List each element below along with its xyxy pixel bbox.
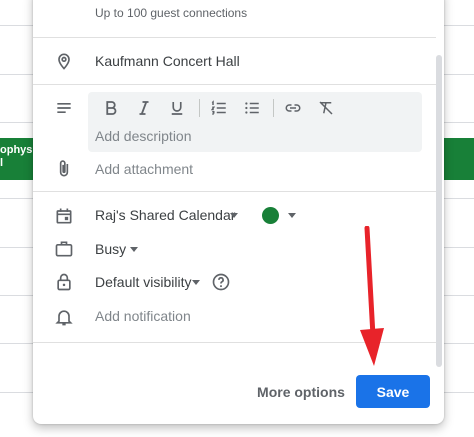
chevron-down-icon[interactable] xyxy=(288,213,296,218)
add-notification-link[interactable]: Add notification xyxy=(95,308,191,324)
visibility-select[interactable]: Default visibility xyxy=(95,274,191,290)
help-circle-icon[interactable] xyxy=(211,272,231,292)
chevron-down-icon[interactable] xyxy=(230,213,238,218)
numbered-list-icon[interactable] xyxy=(209,98,229,118)
calendar-color-swatch[interactable] xyxy=(262,207,279,224)
calendar-select[interactable]: Raj's Shared Calendar xyxy=(95,207,235,223)
chevron-down-icon[interactable] xyxy=(192,280,200,285)
background-event-text: ophysi xyxy=(0,144,34,156)
location-field[interactable]: Kaufmann Concert Hall xyxy=(95,53,240,69)
save-button[interactable]: Save xyxy=(356,375,430,408)
annotation-arrow xyxy=(360,226,384,366)
bulleted-list-icon[interactable] xyxy=(242,98,262,118)
toolbar-separator xyxy=(199,99,200,117)
background-event-text: l xyxy=(0,157,4,169)
background-event[interactable] xyxy=(440,138,474,180)
toolbar-separator xyxy=(273,99,274,117)
notes-icon xyxy=(54,98,74,118)
background-event[interactable]: ophysi l xyxy=(0,138,34,180)
lock-icon xyxy=(54,272,74,292)
paperclip-icon xyxy=(54,159,74,179)
divider xyxy=(33,191,436,192)
bold-icon[interactable] xyxy=(101,98,121,118)
calendar-icon xyxy=(54,206,74,226)
conference-subtext: Up to 100 guest connections xyxy=(95,6,248,20)
bell-icon xyxy=(54,307,74,327)
add-attachment-link[interactable]: Add attachment xyxy=(95,161,193,177)
divider xyxy=(33,84,436,85)
divider xyxy=(33,37,436,38)
location-pin-icon xyxy=(54,51,74,71)
underline-icon[interactable] xyxy=(167,98,187,118)
dialog-scrollbar[interactable] xyxy=(436,55,442,367)
briefcase-icon xyxy=(54,239,74,259)
chevron-down-icon[interactable] xyxy=(130,247,138,252)
clear-formatting-icon[interactable] xyxy=(316,98,336,118)
link-icon[interactable] xyxy=(283,98,303,118)
italic-icon[interactable] xyxy=(134,98,154,118)
description-placeholder[interactable]: Add description xyxy=(95,128,192,144)
availability-select[interactable]: Busy xyxy=(95,241,126,257)
more-options-button[interactable]: More options xyxy=(252,377,350,407)
